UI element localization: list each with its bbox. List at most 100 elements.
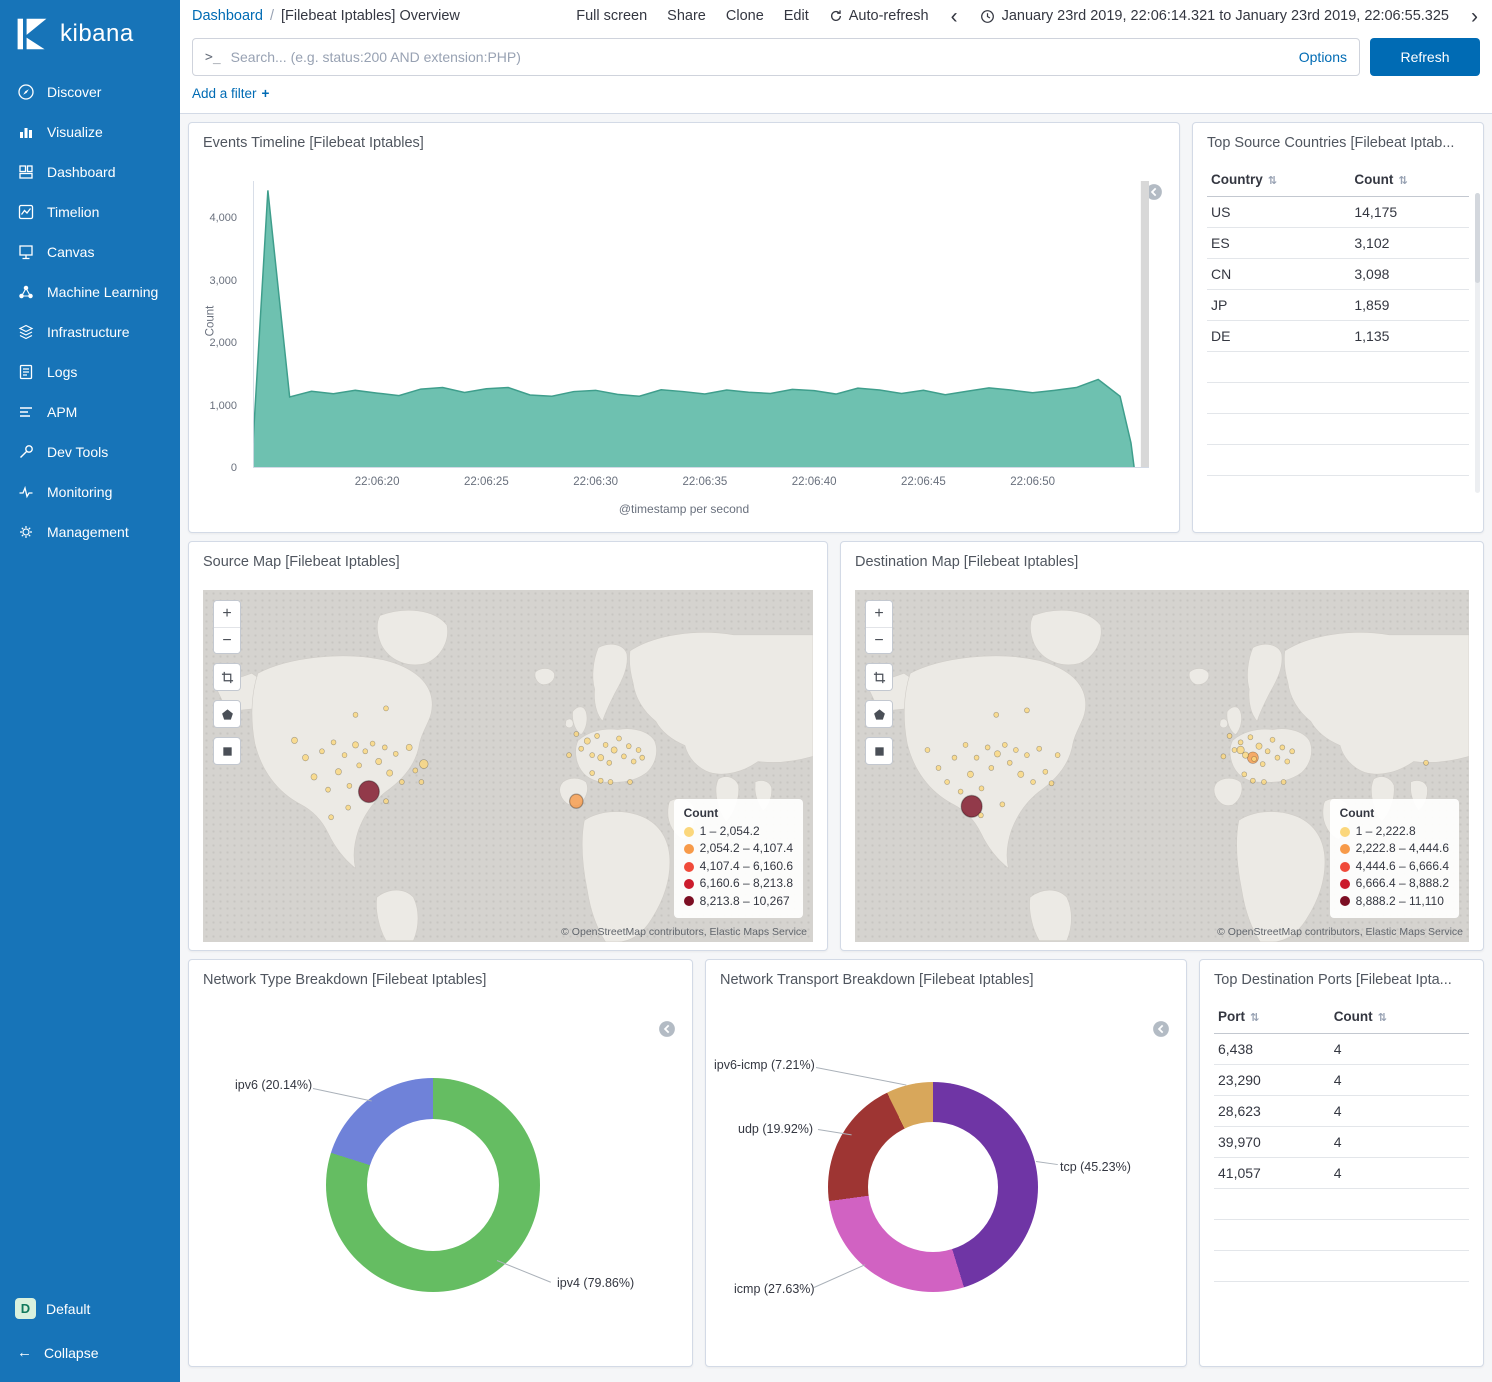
dashboard-icon bbox=[17, 163, 35, 181]
logo-text: kibana bbox=[60, 20, 134, 48]
legend-item: 6,160.6 – 8,213.8 bbox=[684, 875, 793, 892]
table-row[interactable]: 28,6234 bbox=[1214, 1096, 1469, 1127]
breadcrumb-dashboard-link[interactable]: Dashboard bbox=[192, 8, 263, 24]
events-timeline-chart[interactable] bbox=[253, 181, 1149, 468]
draw-polygon-button[interactable] bbox=[214, 701, 240, 727]
panel-time-badge-icon[interactable] bbox=[658, 1020, 676, 1038]
column-header-country[interactable]: Country⇅ bbox=[1207, 163, 1350, 197]
zoom-out-button[interactable]: − bbox=[866, 627, 892, 653]
fit-data-bounds-button[interactable] bbox=[866, 664, 892, 690]
column-header-count[interactable]: Count⇅ bbox=[1350, 163, 1469, 197]
panel-time-badge-icon[interactable] bbox=[1152, 1020, 1170, 1038]
pie-label-line bbox=[814, 1264, 866, 1288]
row-1: Events Timeline [Filebeat Iptables] Coun… bbox=[188, 122, 1484, 533]
fit-data-bounds-button[interactable] bbox=[214, 664, 240, 690]
table-header-row: Port⇅Count⇅ bbox=[1214, 1000, 1469, 1034]
sidebar-item-infrastructure[interactable]: Infrastructure bbox=[0, 312, 180, 352]
x-axis-tick: 22:06:25 bbox=[464, 476, 509, 488]
search-input[interactable] bbox=[231, 49, 1289, 65]
table-row[interactable]: 23,2904 bbox=[1214, 1065, 1469, 1096]
refresh-button[interactable]: Refresh bbox=[1370, 38, 1480, 76]
visualize-icon bbox=[17, 123, 35, 141]
time-range-picker[interactable]: January 23rd 2019, 22:06:14.321 to Janua… bbox=[980, 8, 1449, 24]
legend-item: 2,054.2 – 4,107.4 bbox=[684, 840, 793, 857]
space-switcher[interactable]: D Default bbox=[0, 1286, 180, 1331]
sidebar-item-canvas[interactable]: Canvas bbox=[0, 232, 180, 272]
time-back-chevron[interactable]: ‹ bbox=[949, 6, 960, 27]
sidebar-footer: D Default ← Collapse bbox=[0, 1286, 180, 1382]
legend-color-dot bbox=[684, 827, 694, 837]
auto-refresh-button[interactable]: Auto-refresh bbox=[829, 8, 929, 24]
sidebar-item-timelion[interactable]: Timelion bbox=[0, 192, 180, 232]
table-row[interactable]: 6,4384 bbox=[1214, 1034, 1469, 1065]
x-axis-tick: 22:06:45 bbox=[901, 476, 946, 488]
legend-item: 4,444.6 – 6,666.4 bbox=[1340, 858, 1449, 875]
sidebar-item-machine-learning[interactable]: Machine Learning bbox=[0, 272, 180, 312]
zoom-in-button[interactable]: + bbox=[866, 601, 892, 627]
clone-button[interactable]: Clone bbox=[726, 8, 764, 24]
table-row[interactable]: CN3,098 bbox=[1207, 259, 1469, 290]
x-axis-ticks: 22:06:2022:06:2522:06:3022:06:3522:06:40… bbox=[253, 476, 1149, 490]
add-filter-link[interactable]: Add a filter bbox=[192, 86, 257, 101]
sidebar-item-management[interactable]: Management bbox=[0, 512, 180, 552]
draw-rectangle-button[interactable] bbox=[214, 738, 240, 764]
panel-top-destination-ports: Top Destination Ports [Filebeat Ipta... … bbox=[1199, 959, 1484, 1367]
kibana-logo[interactable]: kibana bbox=[0, 0, 180, 72]
sidebar-item-dashboard[interactable]: Dashboard bbox=[0, 152, 180, 192]
table-row[interactable]: JP1,859 bbox=[1207, 290, 1469, 321]
legend-color-dot bbox=[1340, 844, 1350, 854]
sidebar-item-logs[interactable]: Logs bbox=[0, 352, 180, 392]
filter-bar: Add a filter + bbox=[180, 82, 1492, 113]
table-row-empty bbox=[1207, 445, 1469, 476]
table-row[interactable]: 41,0574 bbox=[1214, 1158, 1469, 1189]
collapse-button[interactable]: ← Collapse bbox=[0, 1331, 180, 1374]
table-row-empty bbox=[1207, 414, 1469, 445]
column-header-count[interactable]: Count⇅ bbox=[1330, 1000, 1469, 1034]
share-button[interactable]: Share bbox=[667, 8, 706, 24]
plus-icon[interactable]: + bbox=[262, 86, 270, 101]
table-row[interactable]: US14,175 bbox=[1207, 197, 1469, 228]
draw-polygon-button[interactable] bbox=[866, 701, 892, 727]
sidebar-item-discover[interactable]: Discover bbox=[0, 72, 180, 112]
destination-map[interactable]: + − bbox=[855, 590, 1469, 942]
infrastructure-icon bbox=[17, 323, 35, 341]
legend-range-label: 4,107.4 – 6,160.6 bbox=[700, 858, 793, 875]
table-row[interactable]: 39,9704 bbox=[1214, 1127, 1469, 1158]
query-options-link[interactable]: Options bbox=[1299, 49, 1347, 65]
table-row[interactable]: DE1,135 bbox=[1207, 321, 1469, 352]
draw-rectangle-button[interactable] bbox=[866, 738, 892, 764]
source-map[interactable]: + − bbox=[203, 590, 813, 942]
table-row[interactable]: ES3,102 bbox=[1207, 228, 1469, 259]
sidebar-item-monitoring[interactable]: Monitoring bbox=[0, 472, 180, 512]
collapse-arrow-icon: ← bbox=[17, 1344, 32, 1361]
row-2: Source Map [Filebeat Iptables] + − bbox=[188, 541, 1484, 951]
table-scrollbar[interactable] bbox=[1475, 193, 1480, 493]
kibana-app: kibana DiscoverVisualizeDashboardTimelio… bbox=[0, 0, 1492, 1382]
pie-label-line bbox=[816, 1067, 907, 1086]
sort-icon: ⇅ bbox=[1268, 175, 1277, 187]
sidebar-item-dev-tools[interactable]: Dev Tools bbox=[0, 432, 180, 472]
panel-network-type: Network Type Breakdown [Filebeat Iptable… bbox=[188, 959, 693, 1367]
pie-label-icmp: icmp (27.63%) bbox=[734, 1282, 815, 1296]
zoom-in-button[interactable]: + bbox=[214, 601, 240, 627]
column-header-port[interactable]: Port⇅ bbox=[1214, 1000, 1330, 1034]
network-transport-donut[interactable] bbox=[828, 1082, 1038, 1292]
panel-title: Top Source Countries [Filebeat Iptab... bbox=[1193, 123, 1483, 155]
map-controls: + − bbox=[865, 600, 893, 765]
edit-button[interactable]: Edit bbox=[784, 8, 809, 24]
table-row-empty bbox=[1207, 383, 1469, 414]
zoom-out-button[interactable]: − bbox=[214, 627, 240, 653]
full-screen-button[interactable]: Full screen bbox=[576, 8, 647, 24]
legend-item: 8,213.8 – 10,267 bbox=[684, 893, 793, 910]
sidebar-item-visualize[interactable]: Visualize bbox=[0, 112, 180, 152]
panel-title: Events Timeline [Filebeat Iptables] bbox=[189, 123, 1179, 155]
y-axis-tick: 1,000 bbox=[209, 400, 237, 412]
sidebar-item-apm[interactable]: APM bbox=[0, 392, 180, 432]
area-chart-svg bbox=[253, 181, 1149, 468]
search-row: >_ Options Refresh bbox=[180, 32, 1492, 82]
time-forward-chevron[interactable]: › bbox=[1469, 6, 1480, 27]
map-legend: Count 1 – 2,222.82,222.8 – 4,444.64,444.… bbox=[1330, 799, 1459, 918]
network-type-donut[interactable] bbox=[326, 1078, 540, 1292]
table-header-row: Country⇅Count⇅ bbox=[1207, 163, 1469, 197]
legend-range-label: 4,444.6 – 6,666.4 bbox=[1356, 858, 1449, 875]
